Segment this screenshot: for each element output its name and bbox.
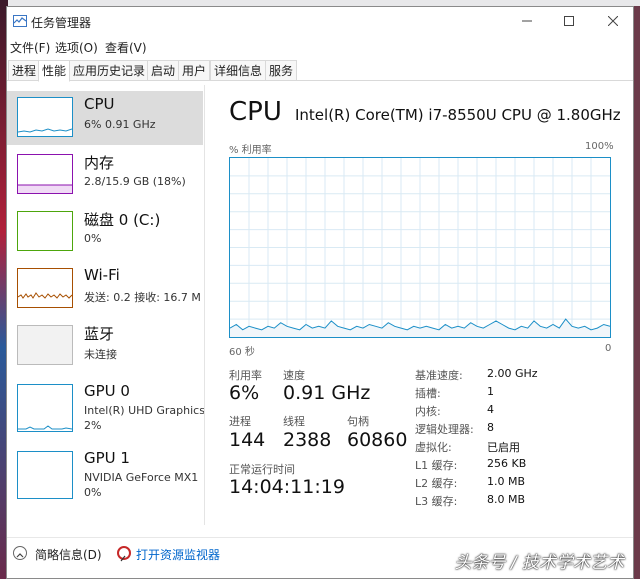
tab-processes[interactable]: 进程	[8, 60, 41, 80]
memory-label: 内存	[84, 154, 115, 172]
tab-users[interactable]: 用户	[178, 60, 211, 80]
l1-cache-value: 256 KB	[487, 457, 527, 470]
menu-options[interactable]: 选项(O)	[55, 39, 98, 56]
l3-cache-label: L3 缓存:	[415, 495, 458, 508]
disk-thumbnail-graph	[17, 211, 73, 251]
window-title: 任务管理器	[31, 16, 92, 30]
chevron-up-icon[interactable]	[13, 546, 27, 560]
processes-label: 进程	[229, 415, 251, 428]
utilization-label: 利用率	[229, 369, 262, 382]
base-speed-value: 2.00 GHz	[487, 367, 538, 380]
gpu0-detail: 2%	[84, 419, 102, 432]
gpu0-thumbnail-graph	[17, 384, 73, 432]
sockets-label: 插槽:	[415, 387, 441, 400]
uptime-label: 正常运行时间	[229, 463, 295, 476]
graph-y-label: % 利用率	[229, 145, 272, 156]
page-title: CPU	[229, 97, 282, 127]
tab-startup[interactable]: 启动	[147, 60, 180, 80]
uptime-value: 14:04:11:19	[229, 476, 345, 498]
gpu1-thumbnail-graph	[17, 451, 73, 499]
gpu0-model: Intel(R) UHD Graphics	[84, 404, 205, 417]
sidebar-item-wifi[interactable]: Wi-Fi 发送: 0.2 接收: 16.7 M	[7, 262, 203, 316]
tab-bar: 进程 性能 应用历史记录 启动 用户 详细信息 服务	[7, 58, 633, 82]
bluetooth-detail: 未连接	[84, 348, 117, 361]
sidebar-item-memory[interactable]: 内存 2.8/15.9 GB (18%)	[7, 148, 203, 202]
resource-sidebar: CPU 6% 0.91 GHz 内存 2.8/15.9 GB (18%) 磁盘 …	[7, 85, 205, 525]
threads-value: 2388	[283, 429, 332, 451]
fewer-details-button[interactable]: 简略信息(D)	[35, 546, 102, 563]
open-resource-monitor-link[interactable]: 打开资源监视器	[136, 546, 220, 563]
task-manager-icon	[13, 15, 27, 27]
gpu0-label: GPU 0	[84, 382, 130, 400]
disk-detail: 0%	[84, 232, 102, 245]
minimize-button[interactable]	[517, 12, 537, 32]
sidebar-item-gpu1[interactable]: GPU 1 NVIDIA GeForce MX1 0%	[7, 445, 203, 507]
processes-value: 144	[229, 429, 266, 451]
cores-label: 内核:	[415, 405, 441, 418]
gpu1-label: GPU 1	[84, 449, 130, 467]
cpu-detail-panel: CPU Intel(R) Core(TM) i7-8550U CPU @ 1.8…	[207, 85, 623, 525]
menu-bar: 文件(F) 选项(O) 查看(V)	[7, 37, 633, 57]
gpu1-detail: 0%	[84, 486, 102, 499]
memory-detail: 2.8/15.9 GB (18%)	[84, 175, 186, 188]
logical-processors-label: 逻辑处理器:	[415, 423, 474, 436]
virtualization-label: 虚拟化:	[415, 441, 452, 454]
bluetooth-label: 蓝牙	[84, 325, 115, 343]
cpu-utilization-graph	[229, 157, 611, 338]
bluetooth-thumbnail-graph	[17, 325, 73, 365]
speed-label: 速度	[283, 369, 305, 382]
sidebar-item-cpu[interactable]: CPU 6% 0.91 GHz	[7, 91, 203, 145]
disk-label: 磁盘 0 (C:)	[84, 211, 161, 229]
cpu-detail: 6% 0.91 GHz	[84, 118, 156, 131]
graph-y-max: 100%	[585, 141, 614, 152]
l2-cache-value: 1.0 MB	[487, 475, 526, 488]
sockets-value: 1	[487, 385, 494, 398]
cores-value: 4	[487, 403, 494, 416]
graph-x-right: 0	[605, 343, 612, 354]
graph-grid	[230, 158, 610, 337]
tab-details[interactable]: 详细信息	[210, 60, 267, 80]
sidebar-item-bluetooth[interactable]: 蓝牙 未连接	[7, 319, 203, 373]
l1-cache-label: L1 缓存:	[415, 459, 458, 472]
watermark: 头条号 / 技术学术艺术	[454, 553, 624, 573]
menu-view[interactable]: 查看(V)	[105, 39, 147, 56]
title-bar[interactable]: 任务管理器	[7, 7, 633, 37]
threads-label: 线程	[283, 415, 305, 428]
speed-value: 0.91 GHz	[283, 382, 371, 404]
minimize-icon	[522, 20, 532, 22]
close-icon	[607, 15, 619, 27]
l2-cache-label: L2 缓存:	[415, 477, 458, 490]
cpu-model: Intel(R) Core(TM) i7-8550U CPU @ 1.80GHz	[295, 106, 621, 124]
sidebar-item-disk[interactable]: 磁盘 0 (C:) 0%	[7, 205, 203, 259]
tab-services[interactable]: 服务	[265, 60, 298, 80]
close-button[interactable]	[603, 12, 623, 32]
logical-processors-value: 8	[487, 421, 494, 434]
menu-file[interactable]: 文件(F)	[10, 39, 50, 56]
base-speed-label: 基准速度:	[415, 369, 463, 382]
maximize-button[interactable]	[559, 12, 579, 32]
task-manager-window: 任务管理器 文件(F) 选项(O) 查看(V) 进程 性能 应用历史记录 启动 …	[6, 6, 634, 579]
l3-cache-value: 8.0 MB	[487, 493, 526, 506]
utilization-value: 6%	[229, 382, 260, 404]
resource-monitor-icon	[117, 546, 131, 562]
wifi-thumbnail-graph	[17, 268, 73, 308]
maximize-icon	[564, 16, 574, 26]
cpu-label: CPU	[84, 95, 115, 113]
handles-value: 60860	[347, 429, 408, 451]
cpu-thumbnail-graph	[17, 97, 73, 137]
gpu1-model: NVIDIA GeForce MX1	[84, 471, 199, 484]
tab-app-history[interactable]: 应用历史记录	[69, 60, 150, 80]
sidebar-item-gpu0[interactable]: GPU 0 Intel(R) UHD Graphics 2%	[7, 378, 205, 440]
graph-x-left: 60 秒	[229, 347, 255, 358]
cpu-graph-svg	[229, 158, 611, 337]
handles-label: 句柄	[347, 415, 369, 428]
wifi-detail: 发送: 0.2 接收: 16.7 M	[84, 291, 201, 304]
sidebar-scrollbar[interactable]	[204, 85, 205, 525]
memory-thumbnail-graph	[17, 154, 73, 194]
wifi-label: Wi-Fi	[84, 266, 120, 284]
virtualization-value: 已启用	[487, 441, 520, 454]
tab-performance[interactable]: 性能	[38, 60, 71, 82]
